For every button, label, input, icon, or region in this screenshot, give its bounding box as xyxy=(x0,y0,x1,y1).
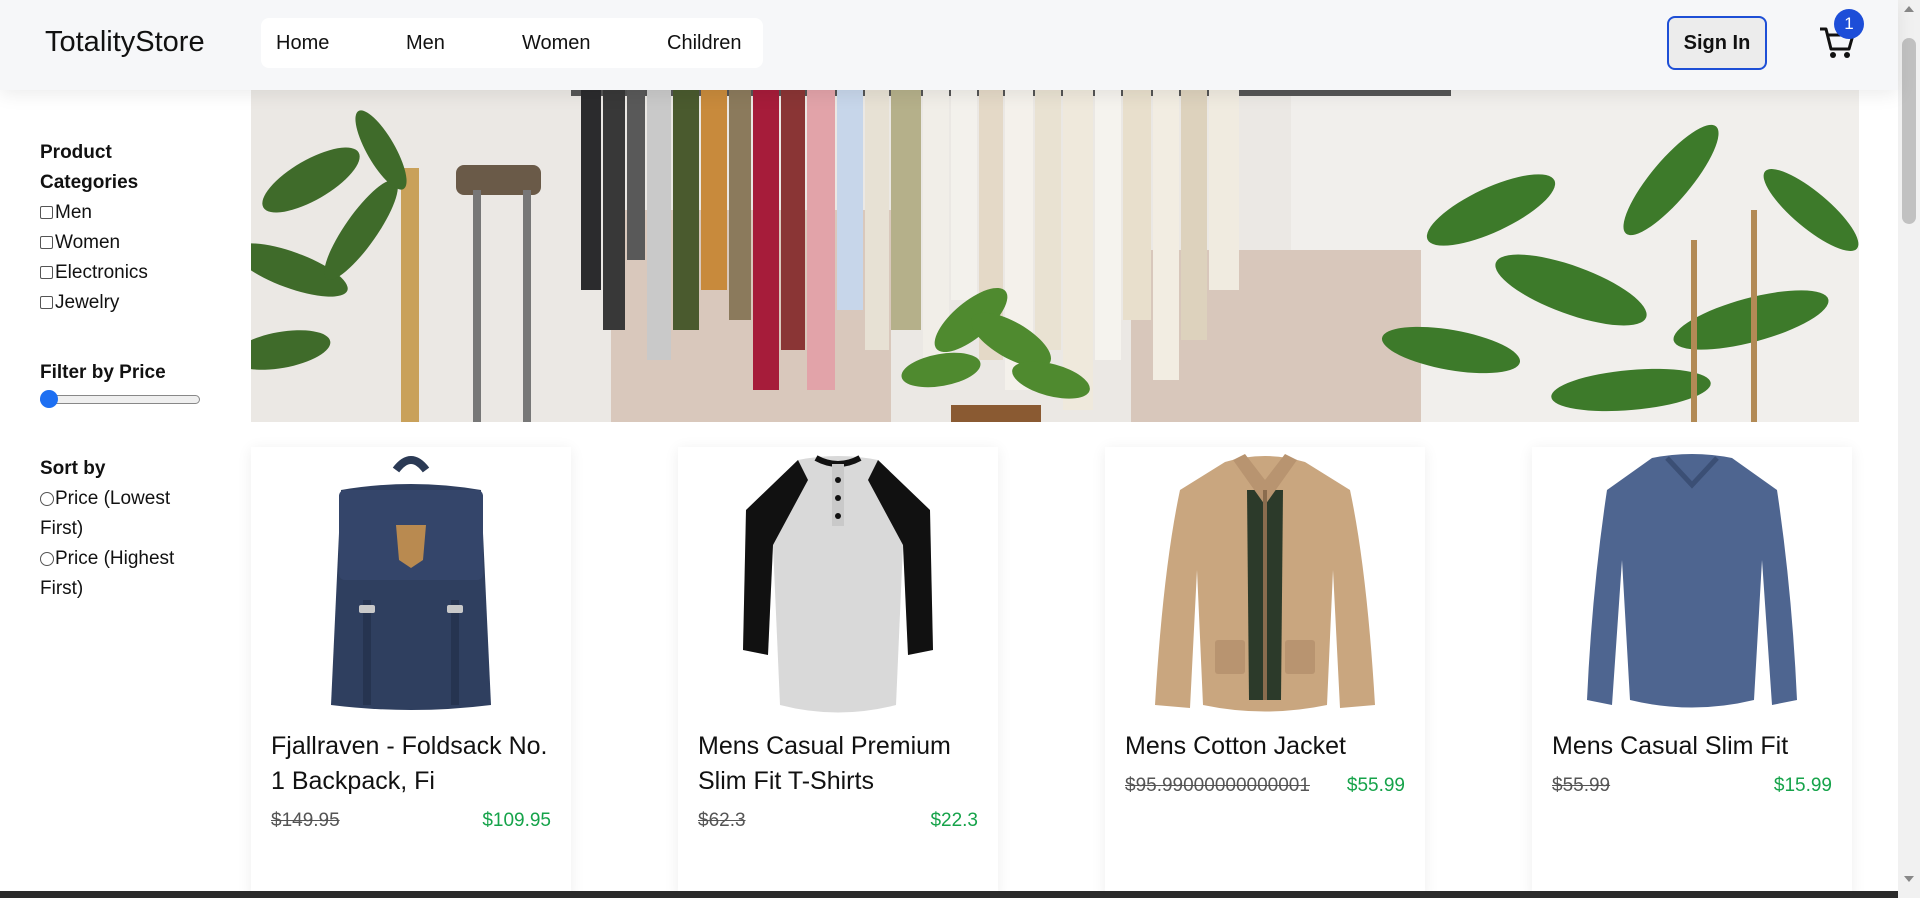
product-image-longsleeve[interactable] xyxy=(1532,447,1852,717)
product-sale-price: $55.99 xyxy=(1346,775,1405,796)
product-title-line: 1 Backpack, Fi xyxy=(271,767,435,795)
sort-label-line: Price (Lowest xyxy=(55,488,171,509)
longsleeve-tshirt-image xyxy=(1587,453,1797,707)
checkbox[interactable] xyxy=(40,206,53,219)
product-sale-price: $22.3 xyxy=(930,810,978,831)
scrollbar-thumb[interactable] xyxy=(1902,38,1916,224)
scroll-up-arrow-icon[interactable] xyxy=(1904,6,1914,12)
backpack-image xyxy=(331,455,491,710)
product-title-line: Slim Fit T-Shirts xyxy=(698,767,874,795)
sort-label-wrap: First) xyxy=(40,578,84,599)
category-label: Men xyxy=(55,202,92,223)
cart-count-badge: 1 xyxy=(1834,9,1864,39)
category-label: Women xyxy=(55,232,121,253)
nav-men[interactable]: Men xyxy=(406,32,445,55)
product-image-jacket[interactable] xyxy=(1105,447,1425,717)
category-checkbox-women[interactable]: Women xyxy=(40,228,210,258)
product-title[interactable]: Mens Casual Slim Fit xyxy=(1552,729,1842,764)
checkbox[interactable] xyxy=(40,266,53,279)
category-label: Jewelry xyxy=(55,292,120,313)
product-image-tshirt[interactable] xyxy=(678,447,998,717)
bottom-edge-bar xyxy=(0,891,1898,898)
categories-heading-line: Product xyxy=(40,142,112,163)
category-checkbox-men[interactable]: Men xyxy=(40,198,210,228)
product-title[interactable]: Mens Cotton Jacket xyxy=(1125,729,1415,764)
page-scrollbar[interactable] xyxy=(1898,0,1920,898)
category-checkbox-jewelry[interactable]: Jewelry xyxy=(40,288,210,318)
product-title[interactable]: Mens Casual Premium Slim Fit T-Shirts xyxy=(698,729,988,799)
hero-banner-image xyxy=(251,90,1859,422)
categories-heading-line: Categories xyxy=(40,172,139,193)
radio-button[interactable] xyxy=(40,552,54,566)
raglan-tshirt-image xyxy=(743,454,933,712)
sort-label-line: Price (Highest xyxy=(55,548,175,569)
brand-logo-text[interactable]: TotalityStore xyxy=(45,26,205,59)
product-old-price: $55.99 xyxy=(1552,775,1611,796)
radio-button[interactable] xyxy=(40,492,54,506)
price-filter-heading: Filter by Price xyxy=(40,362,166,383)
product-card[interactable]: Mens Cotton Jacket $95.99000000000001 $5… xyxy=(1105,447,1425,898)
cotton-jacket-image xyxy=(1155,453,1375,711)
product-old-price: $95.99000000000001 xyxy=(1125,775,1310,796)
product-sale-price: $15.99 xyxy=(1773,775,1832,796)
checkbox[interactable] xyxy=(40,296,53,309)
product-old-price: $149.95 xyxy=(271,810,340,831)
product-sale-price: $109.95 xyxy=(482,810,551,831)
product-card[interactable]: Mens Casual Slim Fit $55.99 $15.99 xyxy=(1532,447,1852,898)
filter-sidebar: Product Categories Men Women Electronics… xyxy=(40,138,210,604)
checkbox[interactable] xyxy=(40,236,53,249)
sort-radio-highest[interactable]: Price (Highest xyxy=(40,544,210,574)
sort-label: Price (Highest xyxy=(55,544,174,574)
slider-thumb[interactable] xyxy=(40,390,58,408)
main-nav: Home Men Women Children xyxy=(261,18,763,68)
nav-children[interactable]: Children xyxy=(667,32,741,55)
price-range-slider[interactable] xyxy=(40,390,200,410)
product-title-line: Mens Casual Premium xyxy=(698,732,951,760)
product-title[interactable]: Fjallraven - Foldsack No. 1 Backpack, Fi xyxy=(271,729,561,799)
product-title-line: Fjallraven - Foldsack No. xyxy=(271,732,548,760)
clothing-rack-illustration xyxy=(251,90,1859,422)
product-card[interactable]: Fjallraven - Foldsack No. 1 Backpack, Fi … xyxy=(251,447,571,898)
sort-heading: Sort by xyxy=(40,458,106,479)
sort-radio-lowest[interactable]: Price (Lowest xyxy=(40,484,210,514)
product-title-line: Mens Cotton Jacket xyxy=(1125,732,1346,760)
product-title-line: Mens Casual Slim Fit xyxy=(1552,732,1789,760)
sign-in-button[interactable]: Sign In xyxy=(1667,16,1767,70)
product-old-price: $62.3 xyxy=(698,810,746,831)
category-checkbox-electronics[interactable]: Electronics xyxy=(40,258,210,288)
site-header: TotalityStore Home Men Women Children Si… xyxy=(0,0,1898,90)
product-image-backpack[interactable] xyxy=(251,447,571,717)
category-label: Electronics xyxy=(55,262,148,283)
nav-home[interactable]: Home xyxy=(276,32,329,55)
categories-heading: Product Categories xyxy=(40,138,210,198)
product-card[interactable]: Mens Casual Premium Slim Fit T-Shirts $62… xyxy=(678,447,998,898)
slider-track[interactable] xyxy=(40,395,200,404)
sort-label: Price (Lowest xyxy=(55,484,170,514)
nav-women[interactable]: Women xyxy=(522,32,591,55)
scroll-down-arrow-icon[interactable] xyxy=(1904,876,1914,882)
sort-label-wrap: First) xyxy=(40,518,84,539)
